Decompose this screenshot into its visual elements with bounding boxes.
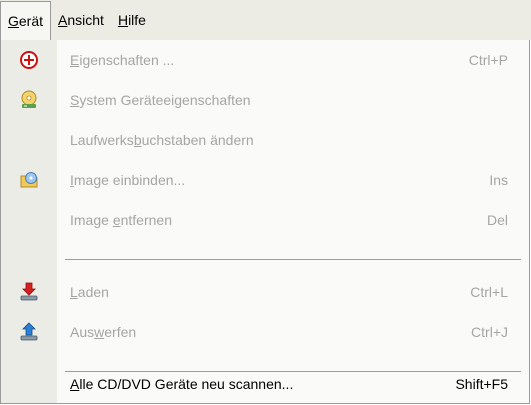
menu-hilfe-label: ilfe: [128, 12, 146, 28]
menu-ansicht[interactable]: Ansicht: [51, 0, 111, 40]
mount-image-icon: [20, 172, 38, 188]
menu-item-laden[interactable]: Laden Ctrl+L: [1, 272, 530, 312]
menu-item-shortcut: Del: [486, 212, 508, 228]
menu-item-shortcut: Shift+F5: [455, 376, 508, 392]
menu-item-shortcut: Ctrl+J: [471, 324, 508, 340]
menu-item-label: Alle CD/DVD Geräte neu scannen...: [70, 376, 294, 392]
properties-plus-icon: [20, 51, 38, 69]
menu-separator: [65, 259, 521, 260]
menu-item-label: Laufwerksbuchstaben ändern: [70, 132, 254, 148]
menu-item-label: Laden: [70, 284, 109, 300]
menu-item-alle-geraete-neu-scannen[interactable]: Alle CD/DVD Geräte neu scannen... Shift+…: [1, 364, 530, 404]
load-disc-icon: [20, 282, 38, 301]
menu-item-image-einbinden[interactable]: Image einbinden... Ins: [1, 160, 530, 200]
menu-geraet[interactable]: Gerät: [0, 0, 52, 41]
menu-item-system-geraeteeigenschaften[interactable]: System Geräteeigenschaften: [1, 80, 530, 120]
menu-hilfe[interactable]: Hilfe: [111, 0, 153, 40]
menu-item-label: Eigenschaften ...: [70, 52, 175, 68]
menu-item-laufwerksbuchstaben-aendern[interactable]: Laufwerksbuchstaben ändern: [1, 120, 530, 160]
eject-disc-icon: [20, 322, 38, 341]
menu-item-image-entfernen[interactable]: Image entfernen Del: [1, 200, 530, 240]
menu-geraet-label: erät: [18, 12, 44, 29]
geraet-dropdown-menu: Eigenschaften ... Ctrl+P System Geräteei…: [0, 40, 530, 404]
menu-item-eigenschaften[interactable]: Eigenschaften ... Ctrl+P: [1, 40, 530, 80]
menu-ansicht-label: nsicht: [67, 12, 104, 28]
menu-item-shortcut: Ctrl+P: [468, 52, 508, 68]
menu-ansicht-mnemonic: A: [58, 12, 68, 28]
menu-item-label: Image entfernen: [70, 212, 172, 228]
menu-item-auswerfen[interactable]: Auswerfen Ctrl+J: [1, 312, 530, 352]
menu-item-label: Image einbinden...: [70, 172, 186, 188]
menu-hilfe-mnemonic: H: [117, 12, 129, 28]
menu-item-shortcut: Ctrl+L: [470, 284, 508, 300]
menu-item-label: System Geräteeigenschaften: [70, 92, 251, 108]
device-properties-icon: [21, 90, 37, 108]
menu-item-shortcut: Ins: [489, 172, 508, 188]
menu-bar: Gerät Ansicht Hilfe: [0, 0, 531, 41]
menu-geraet-mnemonic: G: [8, 12, 19, 29]
menu-item-label: Auswerfen: [70, 324, 137, 340]
